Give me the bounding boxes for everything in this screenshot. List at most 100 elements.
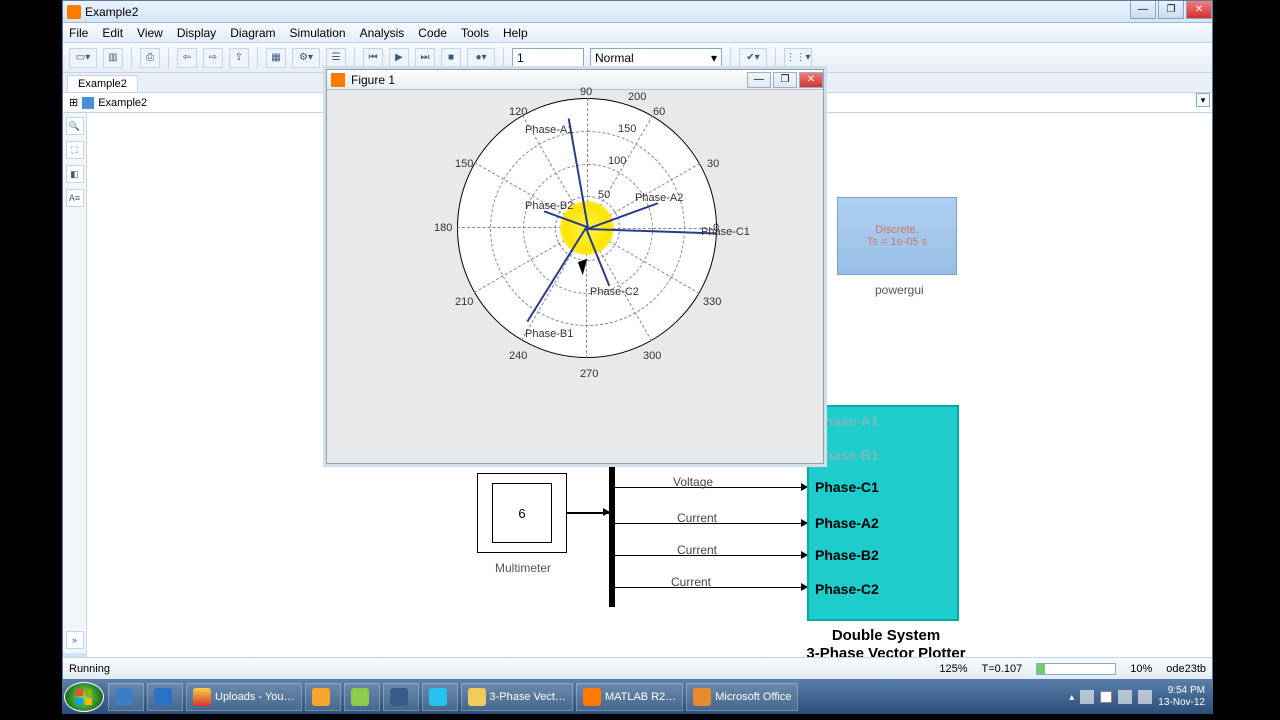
run-button[interactable]: ▶: [389, 48, 409, 68]
action-center-icon[interactable]: [1100, 691, 1112, 703]
fast-restart-button[interactable]: ⋮⋮▾: [784, 48, 812, 68]
task-item[interactable]: Microsoft Office: [686, 683, 798, 711]
figure-titlebar[interactable]: Figure 1 — ❐ ✕: [327, 70, 823, 90]
titlebar[interactable]: Example2 — ❐ ✕: [63, 1, 1212, 23]
progress-bar: [1036, 663, 1116, 675]
zoom-level[interactable]: 125%: [939, 663, 967, 675]
statusbar: Running 125% T=0.107 10% ode23tb: [63, 657, 1212, 679]
task-item[interactable]: [422, 683, 458, 711]
taskbar-clock[interactable]: 9:54 PM 13-Nov-12: [1158, 685, 1205, 709]
model-icon: [82, 97, 94, 109]
figure-window[interactable]: Figure 1 — ❐ ✕ 50 100 150: [326, 69, 824, 464]
phasor-label: Phase-B2: [525, 200, 573, 212]
breadcrumb-expand-icon[interactable]: ⊞: [69, 96, 78, 109]
close-button[interactable]: ✕: [1186, 1, 1212, 19]
task-item[interactable]: 3-Phase Vect…: [461, 683, 573, 711]
palette: 🔍 ⛶ ◧ A≡ »: [63, 113, 87, 653]
progress-pct: 10%: [1130, 663, 1152, 675]
breadcrumb-dropdown[interactable]: ▾: [1196, 93, 1210, 107]
task-item[interactable]: MATLAB R2…: [576, 683, 683, 711]
start-button[interactable]: [64, 682, 104, 712]
ring-label: 200: [628, 91, 646, 103]
menu-tools[interactable]: Tools: [461, 26, 489, 40]
taskbar[interactable]: Uploads - You… 3-Phase Vect… MATLAB R2… …: [62, 680, 1213, 714]
step-back-button[interactable]: ⏮: [363, 48, 383, 68]
port-label: Phase-C2: [815, 581, 879, 597]
minimize-button[interactable]: —: [1130, 1, 1156, 19]
system-tray[interactable]: ▴ 9:54 PM 13-Nov-12: [1069, 685, 1211, 709]
angle-label: 30: [707, 158, 719, 170]
port-label: Phase-C1: [815, 479, 879, 495]
port-label: Phase-B1: [815, 447, 879, 463]
print-button[interactable]: ⎙: [140, 48, 160, 68]
fit-to-view-button[interactable]: ⛶: [66, 141, 84, 159]
task-item[interactable]: [108, 683, 144, 711]
task-item[interactable]: [383, 683, 419, 711]
figure-maximize-button[interactable]: ❐: [773, 72, 797, 88]
signal-label: Current: [671, 575, 711, 589]
menu-edit[interactable]: Edit: [102, 26, 123, 40]
task-item[interactable]: Uploads - You…: [186, 683, 302, 711]
powergui-block[interactable]: Discrete, Ts = 1e-05 s: [837, 197, 957, 275]
save-button[interactable]: ▥: [103, 48, 123, 68]
annotate-button[interactable]: A≡: [66, 189, 84, 207]
menu-simulation[interactable]: Simulation: [290, 26, 346, 40]
menu-analysis[interactable]: Analysis: [360, 26, 405, 40]
record-button[interactable]: ●▾: [467, 48, 495, 68]
ring-label: 100: [608, 155, 626, 167]
window-title: Example2: [85, 5, 138, 19]
step-forward-button[interactable]: ⏭: [415, 48, 435, 68]
palette-expand-button[interactable]: »: [66, 631, 84, 649]
menu-diagram[interactable]: Diagram: [230, 26, 275, 40]
phasor-label: Phase-C2: [590, 286, 639, 298]
progress-fill: [1037, 664, 1045, 674]
menu-display[interactable]: Display: [177, 26, 216, 40]
build-button[interactable]: ✔▾: [739, 48, 767, 68]
volume-icon[interactable]: [1138, 690, 1152, 704]
sim-stop-time-input[interactable]: [512, 48, 584, 68]
menu-view[interactable]: View: [137, 26, 163, 40]
new-model-button[interactable]: ▭▾: [69, 48, 97, 68]
angle-label: 300: [643, 350, 661, 362]
tray-icon[interactable]: [1080, 690, 1094, 704]
angle-label: 150: [455, 158, 473, 170]
ring-label: 50: [598, 189, 610, 201]
zoom-tool-button[interactable]: 🔍: [66, 117, 84, 135]
solver-name: ode23tb: [1166, 663, 1206, 675]
library-browser-button[interactable]: ▦: [266, 48, 286, 68]
menu-code[interactable]: Code: [418, 26, 447, 40]
angle-label: 270: [580, 368, 598, 380]
vector-plotter-block[interactable]: Phase-A1 Phase-B1 Phase-C1 Phase-A2 Phas…: [807, 405, 959, 621]
up-button[interactable]: ⇧: [229, 48, 249, 68]
model-config-button[interactable]: ⚙▾: [292, 48, 320, 68]
phasor-label: Phase-A2: [635, 192, 683, 204]
phasor-label: Phase-B1: [525, 328, 573, 340]
network-icon[interactable]: [1118, 690, 1132, 704]
signal-label: Current: [677, 543, 717, 557]
sim-mode-select[interactable]: Normal ▾: [590, 48, 722, 68]
angle-label: 60: [653, 106, 665, 118]
menu-file[interactable]: File: [69, 26, 88, 40]
maximize-button[interactable]: ❐: [1158, 1, 1184, 19]
model-tab[interactable]: Example2: [67, 75, 138, 92]
figure-close-button[interactable]: ✕: [799, 72, 823, 88]
phasor-label: Phase-C1: [701, 226, 750, 238]
menu-help[interactable]: Help: [503, 26, 528, 40]
breadcrumb-model[interactable]: Example2: [98, 97, 147, 109]
figure-minimize-button[interactable]: —: [747, 72, 771, 88]
multimeter-block[interactable]: 6: [477, 473, 567, 553]
task-item[interactable]: [147, 683, 183, 711]
chevron-down-icon: ▾: [711, 51, 717, 65]
figure-title: Figure 1: [351, 73, 395, 87]
model-explorer-button[interactable]: ☰: [326, 48, 346, 68]
stop-button[interactable]: ■: [441, 48, 461, 68]
task-item[interactable]: [305, 683, 341, 711]
angle-label: 210: [455, 296, 473, 308]
back-button[interactable]: ⇦: [177, 48, 197, 68]
angle-label: 90: [580, 86, 592, 98]
forward-button[interactable]: ⇨: [203, 48, 223, 68]
toggle-perspective-button[interactable]: ◧: [66, 165, 84, 183]
task-item[interactable]: [344, 683, 380, 711]
tray-expand-icon[interactable]: ▴: [1069, 692, 1074, 703]
angle-label: 180: [434, 222, 452, 234]
